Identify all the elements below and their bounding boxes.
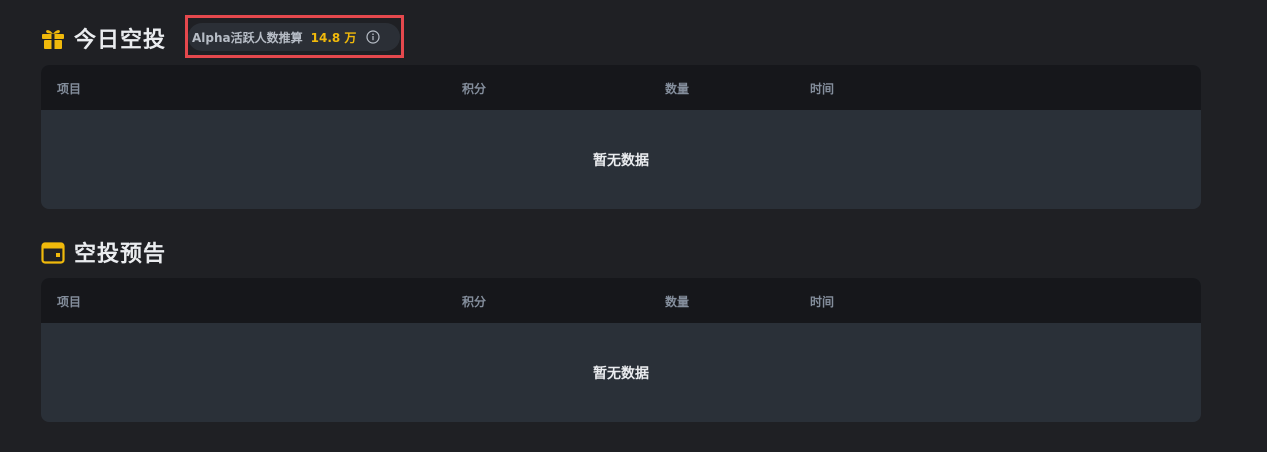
column-header-time: 时间 (810, 295, 835, 309)
column-header-project: 项目 (57, 295, 82, 309)
column-header-quantity: 数量 (665, 82, 690, 96)
alpha-badge-value: 14.8 万 (310, 30, 357, 45)
section-title: 今日空投 (74, 28, 167, 53)
today-airdrop-header: 今日空投 (40, 22, 166, 54)
alpha-active-users-badge[interactable]: Alpha活跃人数推算 14.8 万 (188, 23, 400, 51)
empty-state-text: 暂无数据 (593, 152, 649, 169)
today-airdrop-table: 项目 积分 数量 时间 暂无数据 (41, 65, 1201, 209)
alpha-badge-label: Alpha活跃人数推算 (192, 30, 303, 45)
empty-state-text: 暂无数据 (593, 365, 649, 382)
column-header-points: 积分 (462, 82, 487, 96)
column-header-points: 积分 (462, 295, 487, 309)
empty-state: 暂无数据 (41, 110, 1201, 209)
calendar-icon (40, 239, 66, 265)
airdrop-preview-table: 项目 积分 数量 时间 暂无数据 (41, 278, 1201, 422)
empty-state: 暂无数据 (41, 323, 1201, 422)
info-icon[interactable] (366, 30, 381, 44)
column-header-time: 时间 (810, 82, 835, 96)
table-header: 项目 积分 数量 时间 (41, 278, 1201, 323)
gift-icon (40, 25, 66, 51)
table-header: 项目 积分 数量 时间 (41, 65, 1201, 110)
column-header-quantity: 数量 (665, 295, 690, 309)
section-title: 空投预告 (74, 242, 167, 267)
column-header-project: 项目 (57, 82, 82, 96)
airdrop-preview-header: 空投预告 (40, 236, 166, 268)
next-section-header-partial (40, 446, 180, 452)
alpha-badge-highlight: Alpha活跃人数推算 14.8 万 (185, 15, 404, 58)
